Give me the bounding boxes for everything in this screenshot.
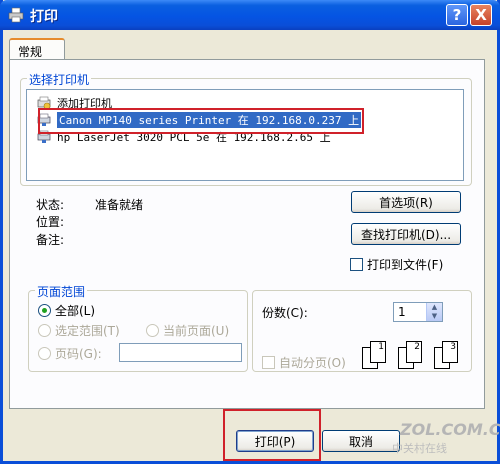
window-title: 打印 xyxy=(30,9,58,25)
page-range-pages-label: 页码(G): xyxy=(55,347,102,361)
page-range-selection-radio[interactable] xyxy=(38,324,51,337)
watermark-site: ZOL.COM.CN xyxy=(400,420,500,439)
printer-list[interactable]: 添加打印机 Canon MP140 series Printer 在 192.1… xyxy=(26,89,464,181)
comment-label: 备注: xyxy=(36,233,65,247)
page-range-title: 页面范围 xyxy=(35,283,88,300)
tab-general[interactable]: 常规 xyxy=(9,38,65,60)
print-to-file-checkbox[interactable] xyxy=(350,258,363,271)
page-range-all-radio[interactable] xyxy=(38,304,51,317)
cancel-button[interactable]: 取消 xyxy=(322,430,400,452)
printer-icon xyxy=(8,7,24,23)
copies-stepper[interactable]: 1 ▲ ▼ xyxy=(393,302,443,322)
page-range-current-radio[interactable] xyxy=(146,324,159,337)
collate-page-icon: 3 xyxy=(442,341,458,363)
collate-page-icon: 1 xyxy=(370,341,386,363)
print-button[interactable]: 打印(P) xyxy=(236,430,314,452)
pages-input[interactable] xyxy=(119,343,242,362)
help-button[interactable]: ? xyxy=(446,4,468,26)
collate-page-icon: 2 xyxy=(406,341,422,363)
copies-label: 份数(C): xyxy=(262,306,308,320)
printer-group-title: 选择打印机 xyxy=(27,71,92,88)
page-range-selection-label: 选定范围(T) xyxy=(55,324,120,338)
close-button[interactable]: X xyxy=(470,4,492,26)
collate-checkbox[interactable] xyxy=(262,356,275,369)
status-value: 准备就绪 xyxy=(95,198,144,212)
page-range-current-label: 当前页面(U) xyxy=(163,324,230,338)
copies-value: 1 xyxy=(398,305,406,319)
watermark-sub: 中关村在线 xyxy=(392,442,447,455)
spin-buttons[interactable]: ▲ ▼ xyxy=(426,303,442,321)
print-to-file-label: 打印到文件(F) xyxy=(367,258,444,272)
status-label: 状态: xyxy=(36,198,65,212)
spin-up-icon[interactable]: ▲ xyxy=(427,303,442,312)
preferences-button[interactable]: 首选项(R) xyxy=(351,191,461,213)
find-printer-button[interactable]: 查找打印机(D)... xyxy=(351,223,461,245)
collate-label: 自动分页(O) xyxy=(279,356,346,370)
page-range-pages-radio[interactable] xyxy=(38,347,51,360)
location-label: 位置: xyxy=(36,215,65,229)
title-bar[interactable]: 打印 ? X xyxy=(0,0,500,30)
selection-highlight-box xyxy=(38,108,364,134)
spin-down-icon[interactable]: ▼ xyxy=(427,312,442,321)
page-range-all-label: 全部(L) xyxy=(55,304,96,318)
